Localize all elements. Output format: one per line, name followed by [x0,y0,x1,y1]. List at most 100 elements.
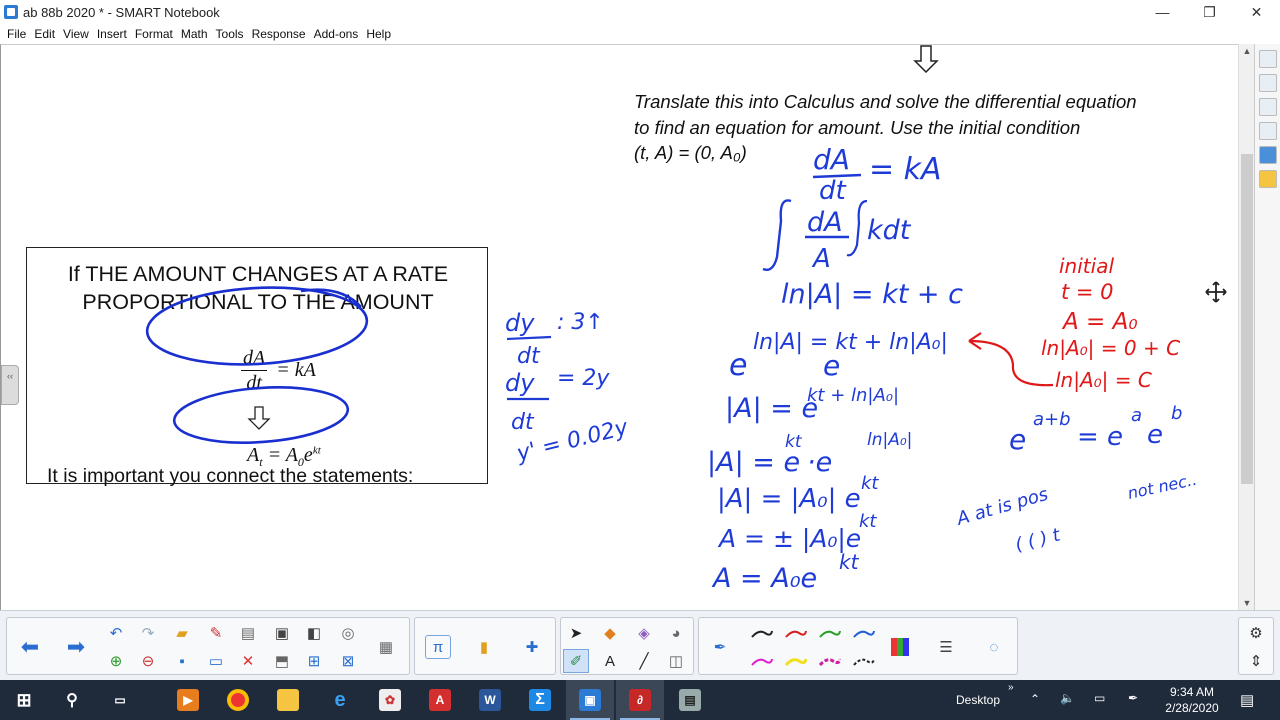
open-file-icon[interactable]: ▰ [169,621,195,645]
notifications-icon[interactable]: ▤ [1240,691,1254,709]
menu-bar: File Edit View Insert Format Math Tools … [0,24,1280,43]
derivative-fraction: dA dt [241,346,268,395]
close-window-icon[interactable]: ⊠ [335,649,361,673]
pen-color-blue[interactable] [853,628,875,640]
menu-add-ons[interactable]: Add-ons [310,27,363,41]
menu-response[interactable]: Response [248,27,310,41]
desktop-toolbar-label[interactable]: Desktop [956,693,1000,707]
network-icon[interactable]: ▭ [1094,691,1105,705]
volume-icon[interactable]: 🔈 [1060,691,1075,705]
select-arrow-icon[interactable]: ➤ [563,621,589,645]
redo-icon[interactable]: ↷ [135,621,161,645]
vertical-scrollbar[interactable]: ▲ ▼ [1238,44,1254,610]
properties-tab[interactable] [1259,122,1277,140]
display-icon[interactable]: ▭ [203,649,229,673]
page-sorter-tab[interactable] [1259,50,1277,68]
scroll-up-arrow-icon[interactable]: ▲ [1239,46,1255,56]
clear-ink-icon[interactable]: ✎ [203,621,229,645]
document-camera-icon[interactable]: ◎ [335,621,361,645]
taskbar-calculator[interactable]: ▤ [666,680,714,720]
next-page-arrow-icon[interactable]: ➡ [63,634,89,659]
minimize-button[interactable]: — [1139,0,1186,24]
show-hidden-icons-icon[interactable]: ⌃ [1030,692,1040,706]
paint-icon: ✿ [379,689,401,711]
menu-edit[interactable]: Edit [30,27,59,41]
taskbar-file-explorer[interactable] [264,680,312,720]
response-icon[interactable]: ▮ [471,635,497,659]
paste-icon[interactable]: ▤ [235,621,261,645]
taskbar-chrome[interactable] [214,680,262,720]
lines-icon[interactable]: ╱ [631,649,657,673]
menu-insert[interactable]: Insert [93,27,131,41]
save-icon[interactable]: ▪ [169,649,195,673]
add-page-icon[interactable]: ⊕ [103,649,129,673]
settings-gear-icon[interactable]: ⚙ [1243,621,1269,645]
pen-color-pink-dashed[interactable] [819,656,841,668]
menu-view[interactable]: View [59,27,93,41]
menu-math[interactable]: Math [177,27,212,41]
pen-tool-icon[interactable]: ✒ [707,635,733,659]
delete-page-icon[interactable]: ⊖ [135,649,161,673]
restore-button[interactable]: ❐ [1186,0,1233,24]
pen-color-black[interactable] [751,628,773,640]
pen-color-yellow[interactable] [785,656,807,668]
move-toolbar-icon[interactable]: ⇕ [1243,649,1269,673]
search-button[interactable]: ⚲ [48,680,96,720]
taskbar-clock[interactable]: 9:34 AM 2/28/2020 [1160,684,1224,716]
undo-icon[interactable]: ↶ [103,621,129,645]
task-view-button[interactable]: ▭ [96,680,144,720]
eraser-icon[interactable]: ◈ [631,621,657,645]
side-tabs [1254,44,1280,610]
close-button[interactable]: ✕ [1233,0,1280,24]
pen-color-magenta[interactable] [751,656,773,668]
screen-capture-icon[interactable]: ▣ [269,621,295,645]
move-icon[interactable] [1205,281,1227,303]
gallery-tab[interactable] [1259,74,1277,92]
pen-color-black-dashed[interactable] [853,656,875,668]
taskbar-smart-ink[interactable]: ∂ [616,680,664,720]
fill-icon[interactable]: ◕ [663,621,689,645]
clock-time: 9:34 AM [1169,685,1215,699]
proportional-rate-box[interactable]: If THE AMOUNT CHANGES AT A RATE PROPORTI… [26,247,488,484]
table-icon[interactable]: ⊞ [301,649,327,673]
pen-workspace-icon[interactable]: ✒ [1128,691,1138,705]
taskbar-media-player[interactable]: ▶ [164,680,212,720]
start-button[interactable]: ⊞ [0,680,48,720]
pen-settings-icon[interactable]: ◌ [981,635,1007,659]
math-tools-icon[interactable]: π [425,635,451,659]
scroll-down-arrow-icon[interactable]: ▼ [1239,598,1255,608]
pen-color-green[interactable] [819,628,841,640]
scrollbar-thumb[interactable] [1241,154,1253,484]
taskbar-paint[interactable]: ✿ [366,680,414,720]
previous-page-arrow-icon[interactable]: ⬅ [17,634,43,659]
taskbar-smart-notebook[interactable]: ▣ [566,680,614,720]
screen-shade-icon[interactable]: ◧ [301,621,327,645]
menu-tools[interactable]: Tools [212,27,248,41]
menu-help[interactable]: Help [362,27,395,41]
toolbar-group-pens: ✒ ☰ ◌ [698,617,1018,675]
pen-color-red[interactable] [785,628,807,640]
menu-file[interactable]: File [3,27,30,41]
menu-format[interactable]: Format [131,27,177,41]
attachments-tab[interactable] [1259,98,1277,116]
pens-icon[interactable]: ✐ [563,649,589,673]
color-palette-icon[interactable] [891,638,909,656]
add-ons-tab[interactable] [1259,146,1277,164]
full-screen-icon[interactable]: ⬒ [269,649,295,673]
page-canvas[interactable]: Translate this into Calculus and solve t… [0,44,1238,610]
taskbar-word[interactable]: W [466,680,514,720]
lesson-activity-tab[interactable] [1259,170,1277,188]
add-ons-puzzle-icon[interactable]: ✚ [519,635,545,659]
shapes-icon[interactable]: ◆ [597,621,623,645]
left-panel-handle[interactable]: ‹‹ [1,365,19,405]
desktop-expand-icon[interactable]: » [1008,682,1014,693]
taskbar-edge[interactable]: e [316,680,364,720]
text-icon[interactable]: A [597,649,623,673]
delete-icon[interactable]: ✕ [235,649,261,673]
toolbar-more-icon[interactable]: ▦ [373,635,399,659]
taskbar-acrobat[interactable]: A [416,680,464,720]
magic-pen-icon[interactable]: ◫ [663,649,689,673]
toolbar-group-settings: ⚙ ⇕ [1238,617,1274,675]
taskbar-sigma-app[interactable]: Σ [516,680,564,720]
line-style-icon[interactable]: ☰ [933,635,959,659]
